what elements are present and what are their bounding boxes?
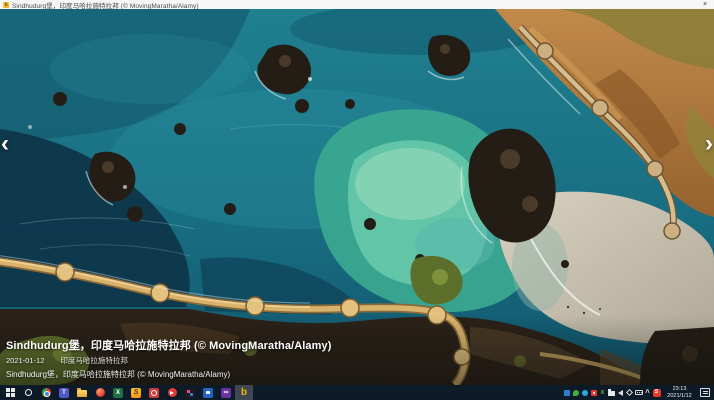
tray-green-leaf-icon[interactable] xyxy=(571,385,580,400)
taskbar-excel[interactable]: X xyxy=(109,385,127,400)
tray-keyboard-icon[interactable] xyxy=(634,385,643,400)
music-app-icon xyxy=(96,388,105,397)
bird-app-icon xyxy=(168,388,177,397)
desktop-screen: b Sindhudurg堡，印度马哈拉施特拉邦 (© MovingMaratha… xyxy=(0,0,714,400)
tray-sogou-input-icon[interactable]: S xyxy=(652,385,661,400)
taskbar-visual-studio[interactable]: ∞ xyxy=(217,385,235,400)
chrome-icon xyxy=(42,388,51,397)
tray-overflow-chevron-icon[interactable]: ^ xyxy=(643,385,652,400)
excel-icon: X xyxy=(113,388,123,398)
next-image-button[interactable]: › xyxy=(695,128,713,160)
camera-app-icon xyxy=(149,388,159,398)
taskbar-chrome[interactable] xyxy=(37,385,55,400)
teams-icon: T xyxy=(59,388,69,398)
taskbar-lightning-app[interactable]: S xyxy=(127,385,145,400)
image-caption: Sindhudurg堡，印度马哈拉施特拉邦 (© MovingMaratha/A… xyxy=(6,337,332,381)
taskbar-bing-wallpaper-active[interactable]: b xyxy=(235,385,253,400)
tray-red-app-icon[interactable] xyxy=(589,385,598,400)
caption-title: Sindhudurg堡，印度马哈拉施特拉邦 (© MovingMaratha/A… xyxy=(6,337,332,353)
previous-image-button[interactable]: ‹ xyxy=(1,128,19,160)
taskbar-blue-app[interactable] xyxy=(199,385,217,400)
file-explorer-icon xyxy=(77,390,87,397)
clock-date: 2021/1/12 xyxy=(663,393,696,400)
close-icon[interactable]: × xyxy=(699,0,711,9)
taskbar-search-button[interactable] xyxy=(19,385,37,400)
caption-meta: 2021-01-12 印度马哈拉施特拉邦 xyxy=(6,355,332,366)
tray-usb-icon[interactable] xyxy=(625,385,634,400)
taskbar-file-explorer[interactable] xyxy=(73,385,91,400)
caption-date: 2021-01-12 xyxy=(6,356,44,365)
windows-logo-icon xyxy=(6,388,15,397)
blue-app-icon xyxy=(203,388,213,398)
tray-green-x-icon[interactable]: x xyxy=(598,385,607,400)
taskbar-camera-app[interactable] xyxy=(145,385,163,400)
caption-location: 印度马哈拉施特拉邦 xyxy=(60,356,128,365)
action-center-icon[interactable] xyxy=(700,388,710,397)
start-button[interactable] xyxy=(1,385,19,400)
taskbar-bird-app[interactable] xyxy=(163,385,181,400)
bing-wallpaper-icon: b xyxy=(241,388,247,398)
tray-blue-circle-icon[interactable] xyxy=(580,385,589,400)
taskbar: T X S ∞ b xyxy=(0,385,714,400)
tray-volume-icon[interactable] xyxy=(616,385,625,400)
taskbar-music-app[interactable] xyxy=(91,385,109,400)
lightning-app-icon: S xyxy=(131,388,141,398)
wallpaper-stage: ‹ › Sindhudurg堡，印度马哈拉施特拉邦 (© MovingMarat… xyxy=(0,9,714,385)
system-tray: x ^ S 23:13 2021/1/12 xyxy=(562,385,714,400)
window-titlebar: b Sindhudurg堡，印度马哈拉施特拉邦 (© MovingMaratha… xyxy=(0,0,714,9)
window-title: Sindhudurg堡，印度马哈拉施特拉邦 (© MovingMaratha/A… xyxy=(12,0,199,10)
search-icon xyxy=(25,389,32,396)
bing-wallpaper-app-icon: b xyxy=(3,2,9,8)
tray-folder-icon[interactable] xyxy=(607,385,616,400)
visual-studio-icon: ∞ xyxy=(221,388,231,398)
taskbar-teams[interactable]: T xyxy=(55,385,73,400)
ide-app-icon xyxy=(185,388,195,398)
taskbar-ide-app[interactable] xyxy=(181,385,199,400)
tray-blue-square-icon[interactable] xyxy=(562,385,571,400)
taskbar-clock[interactable]: 23:13 2021/1/12 xyxy=(663,386,696,399)
caption-subtitle: Sindhudurg堡，印度马哈拉施特拉邦 (© MovingMaratha/A… xyxy=(6,369,332,380)
